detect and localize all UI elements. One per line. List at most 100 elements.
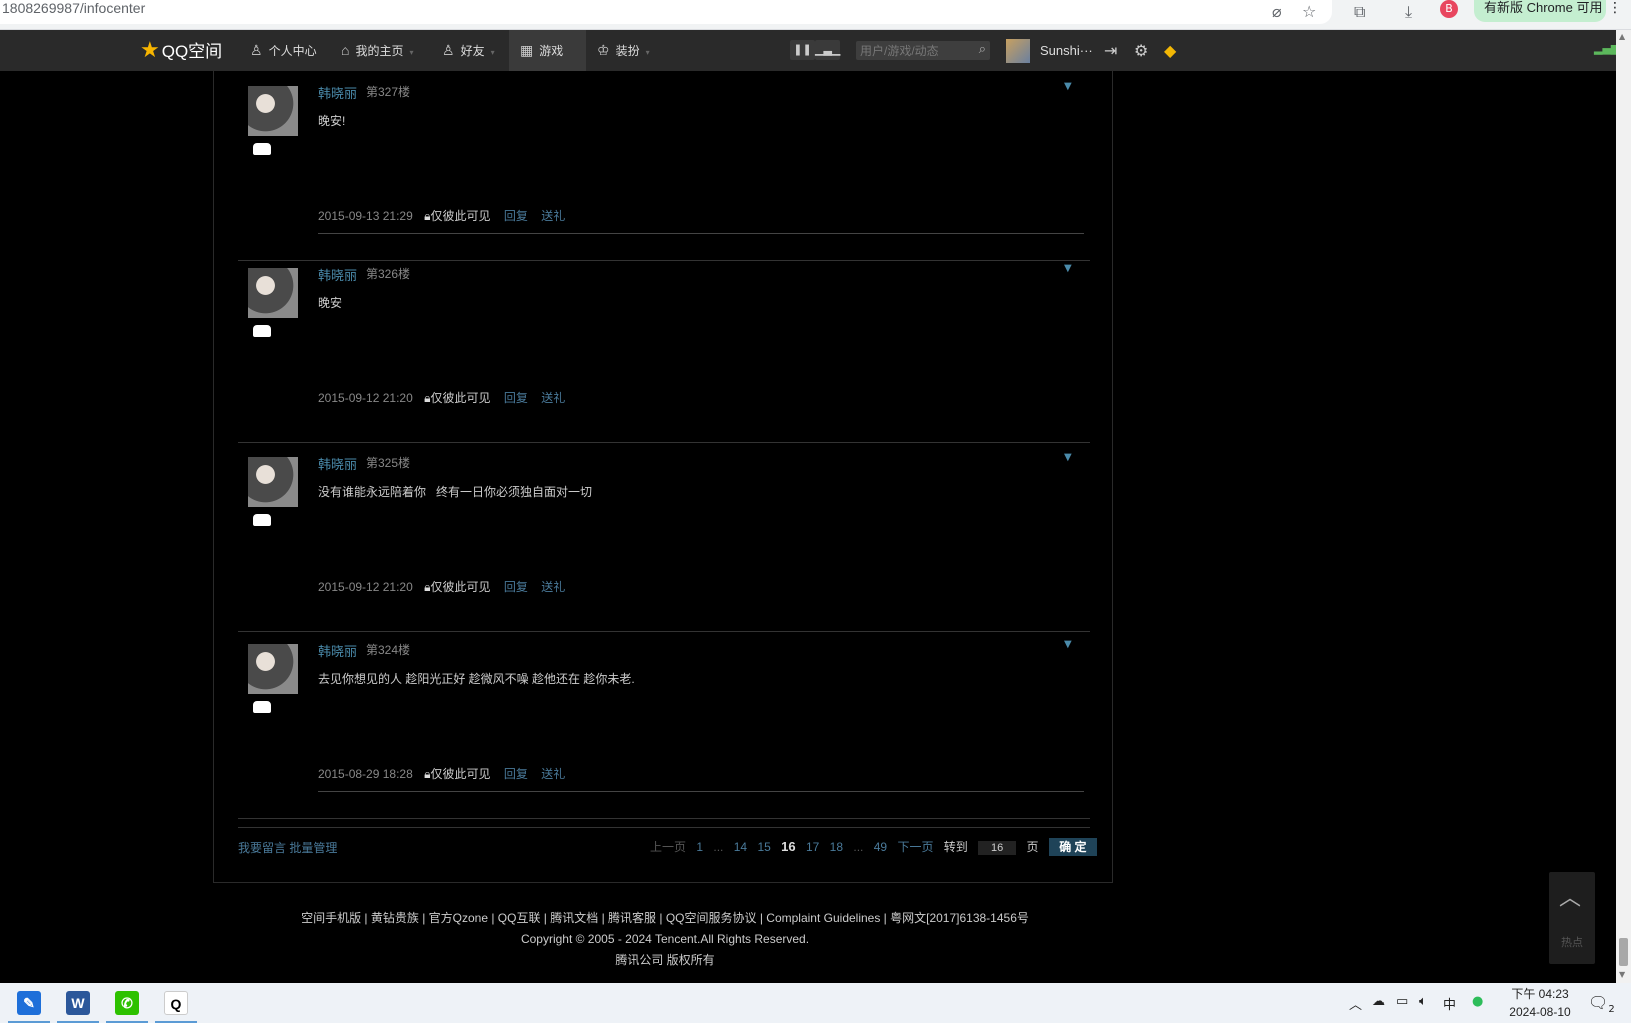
message-meta: 2015-09-12 21:20 🔒︎仅彼此可见 回复 送礼 — [318, 578, 565, 595]
author-avatar[interactable] — [248, 644, 298, 694]
author-name[interactable]: 韩晓丽 — [318, 454, 357, 473]
reply-link[interactable]: 回复 — [504, 767, 528, 781]
gift-link[interactable]: 送礼 — [541, 580, 565, 594]
author-name[interactable]: 韩晓丽 — [318, 83, 357, 102]
prev-page-link[interactable]: 上一页 — [650, 840, 686, 854]
vip-badge-icon — [253, 514, 271, 526]
scroll-down-icon[interactable]: ▼ — [1619, 970, 1625, 979]
chrome-update-button[interactable]: 有新版 Chrome 可用 — [1474, 0, 1606, 22]
search-input[interactable] — [860, 42, 968, 59]
page-link[interactable]: 1 — [696, 840, 703, 854]
volume-muted-icon[interactable]: 🔈︎ — [1419, 994, 1427, 1009]
cloud-icon[interactable]: ☁ — [1372, 994, 1385, 1009]
scroll-up-icon[interactable]: ▲ — [1619, 32, 1625, 41]
nav-friends[interactable]: ♙ 好友 ▾ — [442, 30, 495, 71]
taskbar-app-word[interactable]: W — [55, 983, 101, 1023]
user-avatar[interactable] — [1006, 39, 1030, 63]
profile-avatar[interactable]: B — [1440, 0, 1458, 18]
dropdown-arrow-icon[interactable]: ▼ — [1064, 452, 1072, 463]
search-icon[interactable]: ⌕ — [979, 42, 986, 57]
mic-off-icon[interactable]: ⌀ — [1272, 2, 1282, 21]
nav-games[interactable]: ▦ 游戏 — [509, 30, 586, 71]
page-scrollbar[interactable]: ▲ ▼ — [1616, 30, 1631, 983]
pause-button[interactable]: ❚❚ — [790, 40, 815, 60]
author-name[interactable]: 韩晓丽 — [318, 265, 357, 284]
network-icon[interactable]: ▭ — [1396, 994, 1408, 1009]
url-text[interactable]: 1808269987/infocenter — [2, 0, 145, 16]
goto-label: 转到 — [943, 840, 968, 854]
address-bar[interactable]: 1808269987/infocenter ⌀ ☆ — [0, 0, 1332, 24]
grid-icon: ▦ — [520, 42, 534, 58]
page-ellipsis: ... — [853, 840, 864, 854]
dropdown-arrow-icon[interactable]: ▼ — [1064, 639, 1072, 650]
author-avatar[interactable] — [248, 268, 298, 318]
message-meta: 2015-09-13 21:29 🔒︎仅彼此可见 回复 送礼 — [318, 207, 565, 224]
leave-message-link[interactable]: 我要留言 — [238, 841, 286, 855]
reply-link[interactable]: 回复 — [504, 209, 528, 223]
nav-my-home[interactable]: ⌂ 我的主页 ▾ — [341, 30, 414, 71]
nav-dressup[interactable]: ♔ 装扮 ▾ — [597, 30, 650, 71]
reply-link[interactable]: 回复 — [504, 391, 528, 405]
reply-link[interactable]: 回复 — [504, 580, 528, 594]
shirt-icon: ♔ — [597, 42, 610, 58]
clock-time: 下午 04:23 — [1511, 987, 1569, 1001]
page-link[interactable]: 18 — [830, 840, 843, 854]
extensions-icon[interactable]: ⧉ — [1354, 2, 1365, 22]
qzone-logo[interactable]: ★ QQ空间 — [140, 36, 222, 64]
vip-badge-icon — [253, 143, 271, 155]
dropdown-arrow-icon[interactable]: ▼ — [1064, 81, 1072, 92]
tray-expand-icon[interactable]: ︿ — [1349, 994, 1362, 1013]
author-avatar[interactable] — [248, 457, 298, 507]
taskbar-app-notes[interactable]: ✎ — [6, 983, 52, 1023]
author-name[interactable]: 韩晓丽 — [318, 641, 357, 660]
gift-link[interactable]: 送礼 — [541, 391, 565, 405]
board-actions: 我要留言 批量管理 — [238, 839, 337, 856]
system-clock[interactable]: 下午 04:23 2024-08-10 — [1500, 985, 1580, 1021]
username[interactable]: Sunshi··· — [1040, 30, 1093, 71]
gift-link[interactable]: 送礼 — [541, 209, 565, 223]
gear-icon[interactable]: ⚙ — [1134, 41, 1148, 60]
bookmark-star-icon[interactable]: ☆ — [1302, 2, 1316, 21]
notification-icon[interactable]: 🗨︎2 — [1588, 993, 1615, 1015]
chevron-down-icon: ▾ — [409, 48, 414, 57]
search-box: ⌕ — [856, 41, 990, 60]
message-body: 晚安 — [318, 296, 343, 310]
status-app-icon[interactable]: ● — [1472, 994, 1483, 1009]
taskbar-app-qq[interactable]: Q — [153, 983, 199, 1023]
gift-link[interactable]: 送礼 — [541, 767, 565, 781]
qzone-navbar: ★ QQ空间 ♙ 个人中心 ⌂ 我的主页 ▾ ♙ 好友 ▾ ▦ 游戏 ♔ 装扮 ▾ ❚❚ ▁▃▁ … — [0, 30, 1619, 71]
next-page-link[interactable]: 下一页 — [897, 840, 933, 854]
page-link[interactable]: 15 — [757, 840, 770, 854]
confirm-button[interactable]: 确 定 — [1048, 838, 1097, 856]
page-link[interactable]: 17 — [806, 840, 819, 854]
logout-icon[interactable]: ⇥ — [1104, 41, 1117, 60]
equalizer-button[interactable]: ▁▃▁ — [815, 40, 840, 60]
goto-page-input[interactable]: 16 — [978, 841, 1017, 855]
message-item: 韩晓丽 第325楼 ▼ 没有谁能永远陪着你 终有一日你必须独自面对一切 2015… — [238, 442, 1090, 632]
home-icon: ⌂ — [341, 42, 350, 58]
floor-number: 第326楼 — [366, 267, 411, 281]
floor-number: 第325楼 — [366, 456, 411, 470]
back-to-top-button[interactable]: ︿ 热点 — [1549, 872, 1595, 964]
site-footer: 空间手机版 | 黄钻贵族 | 官方Qzone | QQ互联 | 腾讯文档 | 腾… — [0, 908, 1330, 971]
scroll-thumb[interactable] — [1619, 938, 1628, 966]
batch-manage-link[interactable]: 批量管理 — [289, 841, 337, 855]
visibility-label: 仅彼此可见 — [430, 209, 491, 223]
chevron-down-icon: ▾ — [490, 48, 495, 57]
more-menu-icon[interactable]: ⋮ — [1608, 0, 1622, 16]
diamond-icon[interactable]: ◆ — [1164, 41, 1176, 60]
message-body: 晚安! — [318, 114, 346, 128]
dropdown-arrow-icon[interactable]: ▼ — [1064, 263, 1072, 274]
taskbar-app-wechat[interactable]: ✆ — [104, 983, 150, 1023]
page-link[interactable]: 14 — [734, 840, 747, 854]
clock-date: 2024-08-10 — [1509, 1005, 1571, 1019]
footer-links[interactable]: 空间手机版 | 黄钻贵族 | 官方Qzone | QQ互联 | 腾讯文档 | 腾… — [0, 908, 1330, 929]
nav-personal-center[interactable]: ♙ 个人中心 — [250, 30, 317, 71]
floor-number: 第324楼 — [366, 643, 411, 657]
ime-indicator[interactable]: 中 — [1443, 994, 1456, 1013]
download-icon[interactable]: ⤓ — [1405, 2, 1412, 22]
page-link[interactable]: 49 — [874, 840, 887, 854]
person-icon: ♙ — [250, 42, 263, 58]
author-avatar[interactable] — [248, 86, 298, 136]
current-page: 16 — [781, 839, 796, 854]
